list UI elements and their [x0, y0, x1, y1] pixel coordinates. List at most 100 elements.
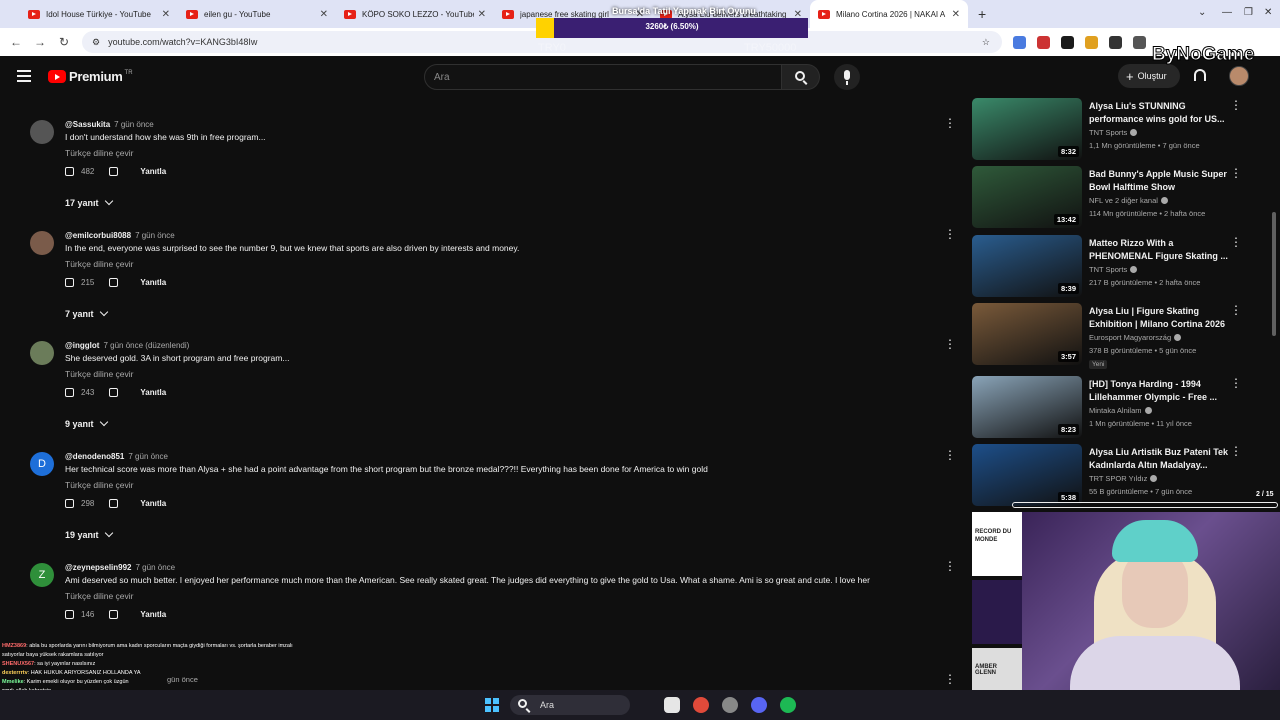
video-thumbnail[interactable]: AMBER GLENN: [972, 648, 1022, 690]
translate-link[interactable]: Türkçe diline çevir: [65, 259, 134, 269]
video-channel[interactable]: Mintaka Alnilam: [1089, 406, 1152, 415]
browser-tab[interactable]: eilen gu - YouTube ✕: [178, 0, 336, 28]
video-thumbnail[interactable]: 3:57: [972, 303, 1082, 365]
extensions-puzzle-icon[interactable]: [1133, 35, 1146, 49]
dislike-icon[interactable]: [109, 388, 119, 397]
sidebar-scrollbar[interactable]: [1272, 212, 1276, 336]
forward-icon[interactable]: →: [28, 35, 52, 49]
comment-author[interactable]: @ingglot: [65, 341, 99, 350]
extension-icon[interactable]: [1109, 35, 1122, 49]
notifications-icon[interactable]: [1194, 69, 1206, 81]
voice-search-icon[interactable]: [834, 64, 860, 90]
close-tab-icon[interactable]: ✕: [952, 9, 960, 20]
comment-menu-icon[interactable]: ⋮: [944, 559, 956, 573]
browser-tab[interactable]: Idol House Türkiye - YouTube ✕: [20, 0, 178, 28]
video-thumbnail[interactable]: 8:39: [972, 235, 1082, 297]
like-icon[interactable]: [65, 167, 74, 176]
show-replies-button[interactable]: 17 yanıt: [65, 196, 113, 208]
video-channel[interactable]: TRT SPOR Yıldız: [1089, 474, 1158, 483]
reply-button[interactable]: Yanıtla: [140, 499, 166, 508]
close-tab-icon[interactable]: ✕: [162, 9, 170, 20]
related-video-item[interactable]: 13:42 Bad Bunny's Apple Music Super Bowl …: [972, 166, 1250, 228]
account-avatar[interactable]: [1229, 66, 1249, 86]
video-thumbnail[interactable]: 13:42: [972, 166, 1082, 228]
translate-link[interactable]: Türkçe diline çevir: [65, 480, 134, 490]
like-icon[interactable]: [65, 278, 74, 287]
video-title[interactable]: Bad Bunny's Apple Music Super Bowl Halft…: [1089, 168, 1237, 194]
comment-menu-icon[interactable]: ⋮: [944, 116, 956, 130]
video-menu-icon[interactable]: ⋮: [1230, 166, 1242, 180]
comment-menu-icon[interactable]: ⋮: [944, 448, 956, 462]
translate-link[interactable]: Türkçe diline çevir: [65, 591, 134, 601]
show-replies-button[interactable]: 7 yanıt: [65, 307, 108, 319]
dislike-icon[interactable]: [109, 167, 119, 176]
commenter-avatar[interactable]: D: [30, 452, 54, 476]
video-menu-icon[interactable]: ⋮: [1230, 303, 1242, 317]
video-menu-icon[interactable]: ⋮: [1230, 444, 1242, 458]
extension-icon[interactable]: [1085, 35, 1098, 49]
obs-icon[interactable]: [722, 697, 738, 713]
comment-menu-icon[interactable]: ⋮: [944, 337, 956, 351]
show-replies-button[interactable]: 19 yanıt: [65, 528, 113, 540]
like-icon[interactable]: [65, 388, 74, 397]
comment-author[interactable]: @zeynepselin992: [65, 563, 132, 572]
tab-search-icon[interactable]: ⌄: [1198, 7, 1206, 18]
related-video-item[interactable]: 5:38 Alysa Liu Artistik Buz Pateni Tek Ka…: [972, 444, 1250, 506]
commenter-avatar[interactable]: Z: [30, 563, 54, 587]
chrome-icon[interactable]: [693, 697, 709, 713]
dislike-icon[interactable]: [109, 499, 119, 508]
video-thumbnail[interactable]: 5:38: [972, 444, 1082, 506]
menu-icon[interactable]: [17, 70, 31, 85]
reply-button[interactable]: Yanıtla: [140, 610, 166, 619]
comment-author[interactable]: @denodeno851: [65, 452, 124, 461]
video-title[interactable]: Alysa Liu's STUNNING performance wins go…: [1089, 100, 1237, 126]
close-window-icon[interactable]: ✕: [1264, 7, 1272, 18]
video-menu-icon[interactable]: ⋮: [1230, 235, 1242, 249]
translate-link[interactable]: Türkçe diline çevir: [65, 369, 134, 379]
task-view-icon[interactable]: [664, 697, 680, 713]
search-input[interactable]: Ara: [424, 64, 782, 90]
commenter-avatar[interactable]: [30, 341, 54, 365]
video-title[interactable]: [HD] Tonya Harding - 1994 Lillehammer Ol…: [1089, 378, 1237, 404]
restore-icon[interactable]: ❐: [1244, 7, 1253, 18]
windows-start-icon[interactable]: [485, 698, 499, 712]
like-icon[interactable]: [65, 610, 74, 619]
comment-author[interactable]: @emilcorbui8088: [65, 231, 131, 240]
translate-extension-icon[interactable]: [1013, 35, 1026, 49]
video-title[interactable]: Alysa Liu | Figure Skating Exhibition | …: [1089, 305, 1237, 331]
comment-author[interactable]: @Sassukita: [65, 120, 110, 129]
video-thumbnail[interactable]: 8:32: [972, 98, 1082, 160]
close-tab-icon[interactable]: ✕: [320, 9, 328, 20]
like-icon[interactable]: [65, 499, 74, 508]
video-channel[interactable]: NFL ve 2 diğer kanal: [1089, 196, 1168, 205]
reply-button[interactable]: Yanıtla: [140, 388, 166, 397]
reply-button[interactable]: Yanıtla: [140, 167, 166, 176]
related-video-item[interactable]: 3:57 Alysa Liu | Figure Skating Exhibitio…: [972, 303, 1250, 369]
video-channel[interactable]: TNT Sports: [1089, 128, 1138, 137]
translate-link[interactable]: Türkçe diline çevir: [65, 148, 134, 158]
close-tab-icon[interactable]: ✕: [478, 9, 486, 20]
browser-tab[interactable]: KÖPO SOKO LEZZO - YouTube ✕: [336, 0, 494, 28]
site-info-icon[interactable]: ⚙: [92, 37, 100, 48]
video-menu-icon[interactable]: ⋮: [1230, 376, 1242, 390]
taskbar-search[interactable]: Ara: [510, 695, 630, 715]
video-title[interactable]: Alysa Liu Artistik Buz Pateni Tek Kadınl…: [1089, 446, 1237, 472]
search-button[interactable]: [782, 64, 820, 90]
browser-tab-active[interactable]: Milano Cortina 2026 | NAKAI A ✕: [810, 0, 968, 28]
video-thumbnail[interactable]: 8:23: [972, 376, 1082, 438]
show-replies-button[interactable]: 9 yanıt: [65, 417, 108, 429]
related-video-item[interactable]: 8:32 Alysa Liu's STUNNING performance win…: [972, 98, 1250, 160]
commenter-avatar[interactable]: [30, 120, 54, 144]
new-tab-icon[interactable]: +: [978, 6, 986, 22]
video-thumbnail[interactable]: [972, 580, 1022, 644]
video-channel[interactable]: TNT Sports: [1089, 265, 1138, 274]
video-title[interactable]: Matteo Rizzo With a PHENOMENAL Figure Sk…: [1089, 237, 1237, 263]
dislike-icon[interactable]: [109, 278, 119, 287]
discord-icon[interactable]: [751, 697, 767, 713]
extension-icon[interactable]: [1061, 35, 1074, 49]
extension-icon[interactable]: [1037, 35, 1050, 49]
back-icon[interactable]: ←: [4, 35, 28, 49]
video-thumbnail[interactable]: RECORD DU MONDE: [972, 512, 1022, 576]
commenter-avatar[interactable]: [30, 231, 54, 255]
reload-icon[interactable]: ↻: [52, 35, 76, 49]
